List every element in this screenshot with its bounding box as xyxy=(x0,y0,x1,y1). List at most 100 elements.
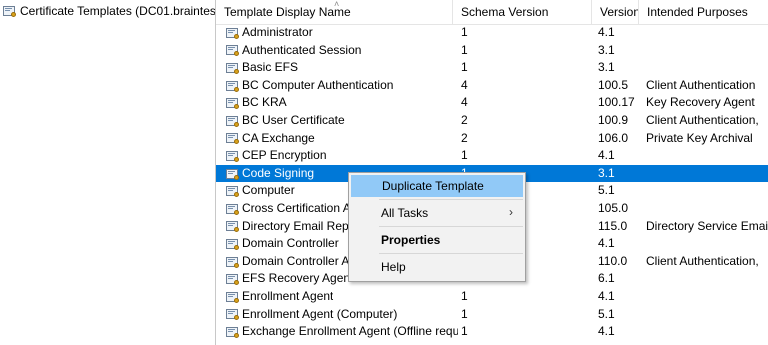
menu-item-label: Properties xyxy=(381,233,441,247)
cell-intended-purposes xyxy=(646,200,768,218)
cell-version: 105.0 xyxy=(598,200,629,215)
cell-schema-version: 1 xyxy=(461,324,468,339)
cell-template-name: BC Computer Authentication xyxy=(226,77,458,95)
template-name-text: Cross Certification Au xyxy=(242,200,358,215)
cell-template-name: Administrator xyxy=(226,24,458,42)
template-name-text: Basic EFS xyxy=(242,60,299,75)
template-name-text: CA Exchange xyxy=(242,130,315,145)
certificate-template-icon xyxy=(226,203,239,215)
menu-item-label: Help xyxy=(381,260,406,274)
certificate-template-icon xyxy=(226,273,239,286)
console-tree-pane[interactable]: Certificate Templates (DC01.braintestin xyxy=(0,0,216,345)
cell-schema-version: 1 xyxy=(461,60,468,75)
table-row[interactable]: Basic EFS 1 3.1 xyxy=(216,59,768,77)
cell-version: 4.1 xyxy=(598,236,615,251)
cell-intended-purposes: Client Authentication, xyxy=(646,253,759,268)
cell-template-name: BC User Certificate xyxy=(226,112,458,130)
certificate-template-icon xyxy=(226,185,239,198)
menu-item-help[interactable]: Help xyxy=(351,256,523,278)
cell-template-name: Basic EFS xyxy=(226,59,458,77)
certificate-template-icon xyxy=(226,256,239,268)
cell-template-name: Authenticated Session xyxy=(226,42,458,60)
tree-node-label: Certificate Templates (DC01.braintestin xyxy=(20,4,216,18)
certificate-template-icon xyxy=(226,150,239,162)
column-header-label: Schema Version xyxy=(461,5,549,19)
cell-intended-purposes xyxy=(646,323,768,341)
submenu-arrow-icon: › xyxy=(509,205,513,219)
cell-schema-version: 1 xyxy=(461,306,468,321)
menu-separator xyxy=(379,199,523,200)
cell-version: 115.0 xyxy=(598,218,628,233)
menu-item-label: Duplicate Template xyxy=(382,179,484,193)
table-row[interactable]: Exchange Enrollment Agent (Offline requ.… xyxy=(216,323,768,341)
cell-version: 4.1 xyxy=(598,288,615,303)
cell-schema-version: 1 xyxy=(461,42,468,57)
template-name-text: Enrollment Agent xyxy=(242,288,334,303)
table-row[interactable]: Administrator 1 4.1 xyxy=(216,24,768,42)
cell-intended-purposes xyxy=(646,270,768,288)
cell-version: 3.1 xyxy=(598,60,615,75)
cell-version: 3.1 xyxy=(598,165,615,180)
mmc-window: Certificate Templates (DC01.braintestin … xyxy=(0,0,768,345)
cell-template-name: CA Exchange xyxy=(226,130,458,148)
menu-item-label: All Tasks xyxy=(381,206,429,220)
table-row[interactable]: Enrollment Agent (Computer) 1 5.1 xyxy=(216,306,768,324)
cell-intended-purposes xyxy=(646,59,768,77)
table-row[interactable]: Authenticated Session 1 3.1 xyxy=(216,42,768,60)
column-header-label: Intended Purposes xyxy=(647,5,748,19)
menu-separator xyxy=(379,253,523,254)
cell-intended-purposes xyxy=(646,24,768,42)
column-header-schema-version[interactable]: Schema Version xyxy=(453,0,592,24)
cell-schema-version: 2 xyxy=(461,130,468,145)
cell-template-name: Enrollment Agent (Computer) xyxy=(226,306,458,324)
cell-intended-purposes: Private Key Archival xyxy=(646,130,753,145)
cell-intended-purposes xyxy=(646,182,768,200)
cell-version: 4.1 xyxy=(598,25,615,39)
column-header-intended-purposes[interactable]: Intended Purposes xyxy=(639,0,768,24)
cell-template-name: Exchange Enrollment Agent (Offline requ.… xyxy=(226,323,458,341)
cell-version: 100.9 xyxy=(598,112,629,127)
template-name-text: Domain Controller Au xyxy=(242,253,357,268)
cell-version: 110.0 xyxy=(598,253,628,268)
certificate-template-icon xyxy=(226,44,239,57)
certificate-template-icon xyxy=(226,326,239,338)
template-name-text: Directory Email Replic xyxy=(242,218,361,233)
template-name-text: BC Computer Authentication xyxy=(242,77,394,92)
cell-schema-version: 4 xyxy=(461,77,468,92)
cell-version: 4.1 xyxy=(598,324,615,339)
table-row[interactable]: BC Computer Authentication 4 100.5 Client A… xyxy=(216,77,768,95)
menu-item-all-tasks[interactable]: All Tasks › xyxy=(351,202,523,224)
certificate-template-icon xyxy=(226,220,239,233)
template-name-text: Code Signing xyxy=(242,165,315,180)
table-row[interactable]: BC KRA 4 100.17 Key Recovery Agent xyxy=(216,94,768,112)
template-name-text: BC KRA xyxy=(242,95,287,110)
cell-intended-purposes xyxy=(646,288,768,306)
cell-intended-purposes xyxy=(646,147,768,165)
tree-node-certificate-templates[interactable]: Certificate Templates (DC01.braintestin xyxy=(3,2,216,20)
column-header-display-name[interactable]: Template Display Name ˄ xyxy=(216,0,453,24)
certificate-template-icon xyxy=(226,62,239,74)
menu-item-properties[interactable]: Properties xyxy=(351,229,523,251)
template-name-text: Exchange Enrollment Agent (Offline requ.… xyxy=(242,324,458,339)
cell-intended-purposes xyxy=(646,42,768,60)
cell-intended-purposes xyxy=(646,235,768,253)
certificate-template-icon xyxy=(226,97,239,110)
certificate-template-icon xyxy=(226,238,239,250)
certificate-template-icon xyxy=(226,27,239,39)
template-name-text: Domain Controller xyxy=(242,236,339,251)
certificate-template-icon xyxy=(226,80,239,92)
table-row[interactable]: Enrollment Agent 1 4.1 xyxy=(216,288,768,306)
template-name-text: BC User Certificate xyxy=(242,112,345,127)
table-row[interactable]: CA Exchange 2 106.0 Private Key Archival xyxy=(216,130,768,148)
certificate-template-icon xyxy=(226,132,239,145)
table-row[interactable]: BC User Certificate 2 100.9 Client Authenti… xyxy=(216,112,768,130)
column-header-label: Version xyxy=(600,5,639,19)
cell-schema-version: 2 xyxy=(461,112,468,127)
column-header-version[interactable]: Version xyxy=(592,0,639,24)
cell-intended-purposes: Client Authentication, xyxy=(646,112,759,127)
cell-schema-version: 1 xyxy=(461,25,468,39)
table-row[interactable]: CEP Encryption 1 4.1 xyxy=(216,147,768,165)
template-name-text: Enrollment Agent (Computer) xyxy=(242,306,398,321)
menu-item-duplicate-template[interactable]: Duplicate Template xyxy=(351,175,523,197)
cell-intended-purposes: Key Recovery Agent xyxy=(646,95,755,110)
